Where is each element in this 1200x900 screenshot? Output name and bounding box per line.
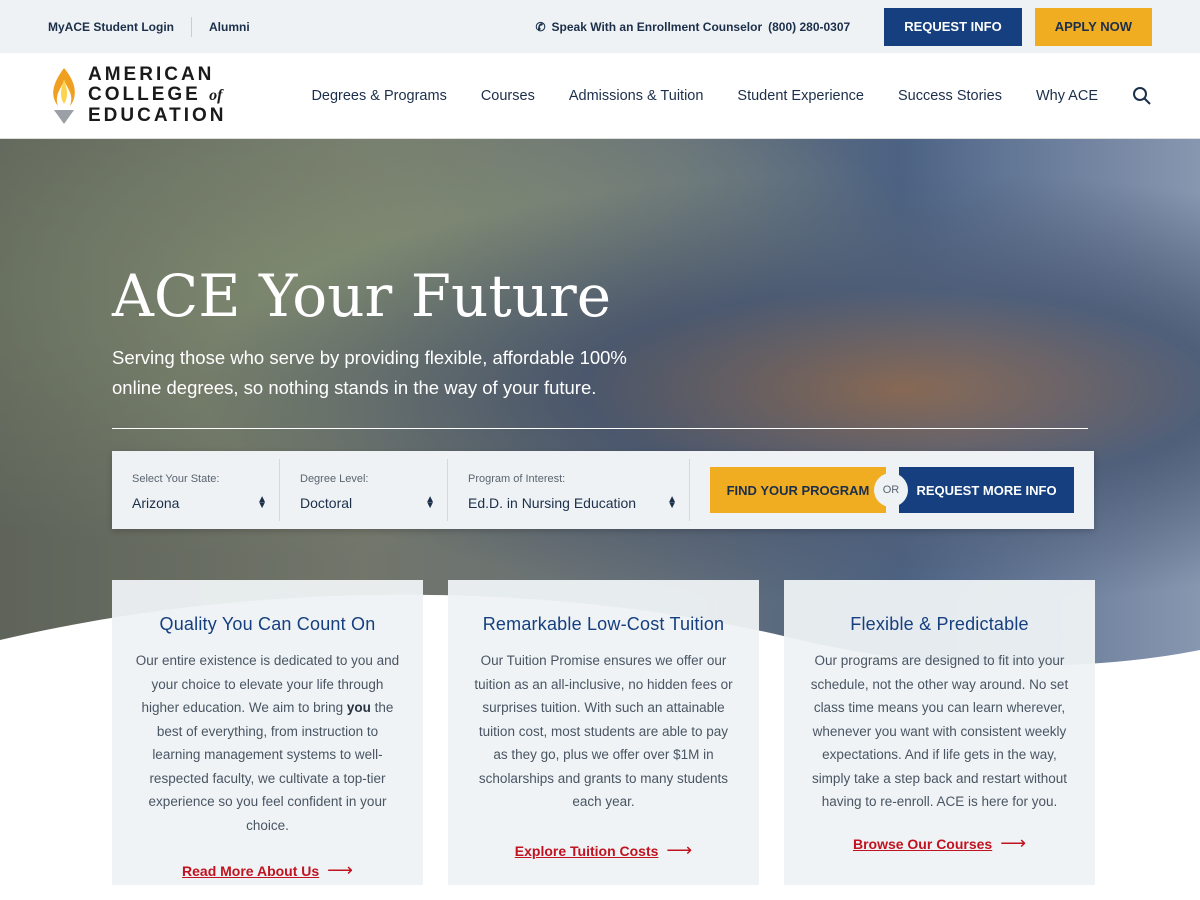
- degree-value: Doctoral: [300, 495, 353, 511]
- program-select[interactable]: Program of Interest: Ed.D. in Nursing Ed…: [448, 459, 690, 521]
- apply-now-button[interactable]: APPLY NOW: [1034, 7, 1152, 46]
- divider: [191, 16, 192, 37]
- state-label: Select Your State:: [132, 473, 220, 485]
- program-finder: Select Your State: Arizona ▲ ▼ Degree Lev…: [112, 451, 1094, 529]
- sort-arrows-icon: ▲ ▼: [425, 494, 435, 511]
- state-value: Arizona: [132, 495, 180, 511]
- logo[interactable]: AMERICAN COLLEGE of EDUCATION: [48, 65, 227, 126]
- nav-why-ace[interactable]: Why ACE: [1036, 88, 1098, 104]
- counselor-label: Speak With an Enrollment Counselor: [551, 19, 763, 34]
- tuition-costs-link[interactable]: Explore Tuition Costs: [515, 843, 659, 859]
- program-value: Ed.D. in Nursing Education: [468, 495, 637, 511]
- nav-menu: Degrees & Programs Courses Admissions & …: [311, 86, 1152, 106]
- hero-divider: [112, 428, 1088, 429]
- nav-courses[interactable]: Courses: [481, 88, 535, 104]
- nav-student-experience[interactable]: Student Experience: [737, 88, 864, 104]
- degree-label: Degree Level:: [300, 473, 369, 485]
- card-title: Quality You Can Count On: [159, 614, 376, 634]
- program-label: Program of Interest:: [468, 473, 566, 485]
- sort-arrows-icon: ▲ ▼: [257, 494, 267, 511]
- phone-icon: ✆: [535, 19, 546, 34]
- nav-success-stories[interactable]: Success Stories: [898, 88, 1002, 104]
- card-body: Our programs are designed to fit into yo…: [810, 653, 1069, 809]
- feature-cards: Quality You Can Count On Our entire exis…: [112, 580, 1095, 885]
- degree-level-select[interactable]: Degree Level: Doctoral ▲ ▼: [280, 459, 448, 521]
- card-body: Our Tuition Promise ensures we offer our…: [474, 653, 733, 809]
- card-title: Flexible & Predictable: [850, 614, 1029, 634]
- phone-number: (800) 280-0307: [768, 19, 851, 34]
- feature-card: Flexible & Predictable Our programs are …: [784, 580, 1095, 885]
- search-icon[interactable]: [1132, 86, 1152, 106]
- browse-courses-link[interactable]: Browse Our Courses: [853, 836, 992, 852]
- request-more-info-button[interactable]: REQUEST MORE INFO: [899, 467, 1074, 513]
- feature-card: Remarkable Low-Cost Tuition Our Tuition …: [448, 580, 759, 885]
- state-select[interactable]: Select Your State: Arizona ▲ ▼: [112, 459, 280, 521]
- feature-card: Quality You Can Count On Our entire exis…: [112, 580, 423, 885]
- nav-degrees-programs[interactable]: Degrees & Programs: [311, 88, 446, 104]
- finder-actions: FIND YOUR PROGRAM OR REQUEST MORE INFO: [710, 467, 1074, 513]
- card-body: Our entire existence is dedicated to you…: [135, 653, 400, 833]
- request-info-button[interactable]: REQUEST INFO: [884, 7, 1022, 46]
- arrow-right-icon: ⟶: [1000, 832, 1027, 853]
- read-more-link[interactable]: Read More About Us: [182, 863, 319, 879]
- arrow-right-icon: ⟶: [666, 839, 693, 860]
- alumni-link[interactable]: Alumni: [209, 20, 250, 34]
- hero-subtitle: Serving those who serve by providing fle…: [112, 347, 627, 398]
- main-nav: AMERICAN COLLEGE of EDUCATION Degrees & …: [0, 53, 1200, 139]
- logo-wordmark: AMERICAN COLLEGE of EDUCATION: [88, 64, 227, 126]
- arrow-right-icon: ⟶: [327, 860, 353, 880]
- counselor-phone-link[interactable]: ✆ Speak With an Enrollment Counselor (80…: [535, 20, 850, 34]
- nav-admissions-tuition[interactable]: Admissions & Tuition: [569, 88, 704, 104]
- hero-title: ACE Your Future: [112, 262, 612, 330]
- myace-login-link[interactable]: MyACE Student Login: [48, 20, 174, 34]
- utility-bar: MyACE Student Login Alumni ✆ Speak With …: [0, 0, 1200, 53]
- card-title: Remarkable Low-Cost Tuition: [482, 614, 725, 634]
- find-program-button[interactable]: FIND YOUR PROGRAM: [710, 467, 886, 513]
- torch-icon: [53, 67, 75, 124]
- or-badge: OR: [874, 473, 908, 507]
- sort-arrows-icon: ▲ ▼: [667, 494, 677, 511]
